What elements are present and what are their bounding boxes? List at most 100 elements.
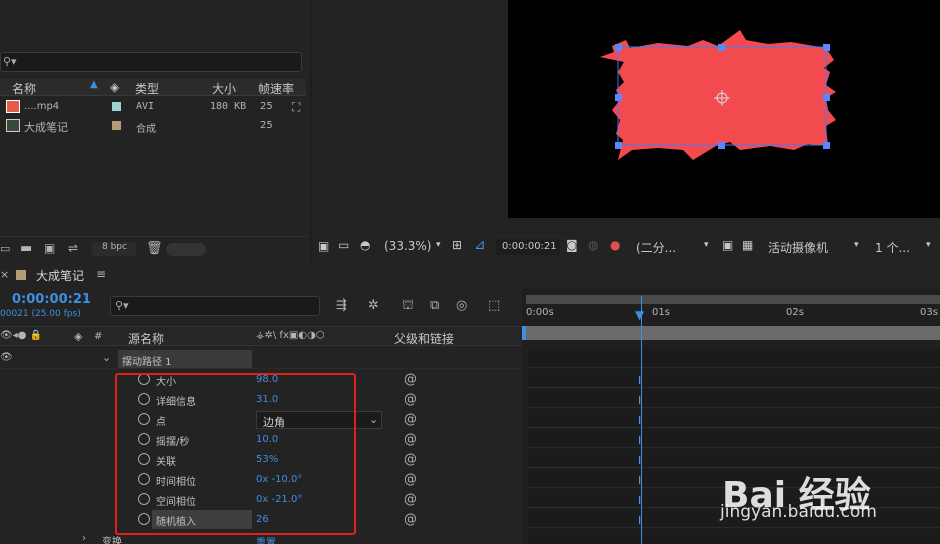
item-framerate: 25: [260, 120, 273, 131]
ruler-label: 01s: [652, 307, 670, 318]
timeline-tab-bar: × 大成笔记 ≡: [0, 262, 940, 288]
resolution-select[interactable]: (二分...: [636, 239, 676, 256]
frame-blending-icon[interactable]: ⧉: [430, 298, 439, 313]
composition-flowchart-icon[interactable]: ⇶: [336, 298, 347, 313]
zoom-select[interactable]: (33.3%): [384, 239, 431, 253]
effect-name[interactable]: 摆动路径 1: [118, 350, 252, 368]
region-of-interest-icon[interactable]: ▣: [722, 238, 733, 252]
wiggle-shape[interactable]: [508, 0, 940, 218]
flowchart-icon[interactable]: ⛶: [292, 100, 300, 115]
search-icon: ⚲▾: [3, 55, 17, 68]
search-icon: ⚲▾: [115, 299, 129, 312]
project-item[interactable]: 大成笔记 合成 25: [0, 117, 306, 135]
always-preview-icon[interactable]: ▣: [318, 239, 329, 253]
pick-whip-icon[interactable]: @: [404, 372, 417, 387]
keyframe-marker[interactable]: I: [638, 374, 644, 387]
label-tag-icon: ◈: [74, 330, 83, 343]
dropdown-icon: ▾: [704, 240, 709, 250]
frame-info: 00021 (25.00 fps): [0, 309, 81, 319]
video-file-icon: [6, 100, 20, 113]
parent-link-header[interactable]: 父级和链接: [394, 330, 454, 347]
composition-icon: [6, 119, 20, 132]
column-framerate[interactable]: 帧速率: [258, 80, 294, 97]
pick-whip-icon[interactable]: @: [404, 512, 417, 527]
tab-comp-name[interactable]: 大成笔记: [36, 267, 84, 284]
effect-group-row[interactable]: 👁 ⌄ 摆动路径 1: [0, 349, 522, 369]
shy-layers-icon[interactable]: ⛫: [402, 298, 414, 315]
close-icon[interactable]: ×: [0, 268, 9, 281]
playhead-icon[interactable]: ▼: [635, 308, 644, 322]
pick-whip-icon[interactable]: @: [404, 492, 417, 507]
project-panel: ⚲▾ 名称 ▲ ◈ 类型 大小 帧速率 ....mp4 AVI 180 KB 2…: [0, 0, 310, 262]
source-name-header[interactable]: 源名称: [128, 330, 164, 347]
timeline-search-input[interactable]: ⚲▾: [110, 296, 320, 316]
keyframe-marker[interactable]: I: [638, 514, 644, 527]
project-search-input[interactable]: ⚲▾: [0, 52, 302, 72]
chevron-down-icon: ⌄: [369, 413, 379, 426]
monitor-icon[interactable]: ▭: [338, 238, 349, 252]
show-snapshot-icon[interactable]: ◍: [588, 238, 598, 252]
keyframe-marker[interactable]: I: [638, 434, 644, 447]
label-tag-icon: ◈: [110, 80, 120, 94]
pick-whip-icon[interactable]: @: [404, 452, 417, 467]
keyframe-marker[interactable]: I: [638, 494, 644, 507]
keyframe-marker[interactable]: I: [638, 454, 644, 467]
panel-menu-icon[interactable]: ≡: [96, 267, 106, 281]
pick-whip-icon[interactable]: @: [404, 412, 417, 427]
track-row: [528, 349, 940, 368]
grid-icon[interactable]: ⊞: [452, 238, 462, 252]
new-folder-icon[interactable]: ▬: [20, 241, 32, 256]
bpc-button[interactable]: 8 bpc: [92, 242, 136, 256]
trash-icon[interactable]: 🗑: [146, 241, 163, 256]
watermark-url: jingyan.baidu.com: [720, 502, 877, 522]
current-time-display[interactable]: 0:00:00:21: [496, 239, 560, 255]
pick-whip-icon[interactable]: @: [404, 392, 417, 407]
project-scrollbar[interactable]: [166, 243, 206, 256]
composition-canvas[interactable]: [508, 0, 940, 218]
column-size[interactable]: 大小: [212, 80, 236, 97]
keyframe-marker[interactable]: I: [638, 414, 644, 427]
expand-chevron-icon[interactable]: ⌄: [102, 351, 111, 364]
keyframe-marker[interactable]: I: [638, 394, 644, 407]
item-size: 180 KB: [210, 101, 247, 112]
expand-chevron-icon[interactable]: ›: [82, 533, 86, 544]
layer-column-header: 👁◂● 🔒 ◈ # 源名称 ⚶✲\ fx▣◐◑⬡ 父级和链接: [0, 326, 522, 346]
item-type: AVI: [136, 101, 155, 112]
reset-link[interactable]: 重置: [256, 534, 276, 544]
project-item[interactable]: ....mp4 AVI 180 KB 25: [0, 98, 306, 116]
vr-goggles-icon[interactable]: ◓: [360, 238, 370, 252]
pick-whip-icon[interactable]: @: [404, 472, 417, 487]
column-name[interactable]: 名称: [12, 80, 36, 97]
interpret-footage-icon[interactable]: ▭: [0, 242, 10, 255]
keyframe-marker[interactable]: I: [638, 474, 644, 487]
track-row: [528, 409, 940, 428]
new-composition-icon[interactable]: ▣: [44, 241, 55, 255]
column-type[interactable]: 类型: [135, 80, 159, 97]
mask-visibility-icon[interactable]: ⊿: [474, 237, 486, 253]
work-area-bar[interactable]: [526, 295, 940, 304]
transparency-grid-icon[interactable]: ▦: [742, 238, 753, 252]
label-color-swatch: [112, 102, 121, 111]
snapshot-camera-icon[interactable]: ◙: [566, 238, 578, 252]
color-channels-icon[interactable]: ●: [610, 238, 620, 252]
draft-3d-icon[interactable]: ✲: [368, 298, 379, 313]
graph-editor-icon[interactable]: ⬚: [488, 298, 500, 313]
track-row: [528, 389, 940, 408]
highlight-annotation-box: [115, 373, 356, 535]
camera-select[interactable]: 活动摄像机: [768, 239, 828, 256]
track-row: [528, 369, 940, 388]
item-name: ....mp4: [24, 101, 60, 112]
item-name: 大成笔记: [24, 121, 68, 134]
adjust-icon[interactable]: ⇌: [68, 241, 78, 255]
timeline-current-time[interactable]: 0:00:00:21: [12, 292, 91, 307]
viewer-toolbar: ▣ ▭ ◓ (33.3%) ▾ ⊞ ⊿ 0:00:00:21 ◙ ◍ ● (二分…: [312, 234, 940, 258]
track-row: [528, 529, 940, 544]
layer-switches-icons: ⚶✲\ fx▣◐◑⬡: [256, 330, 325, 341]
label-color-swatch: [112, 121, 121, 130]
layer-duration-bar[interactable]: [526, 326, 940, 340]
pick-whip-icon[interactable]: @: [404, 432, 417, 447]
motion-blur-icon[interactable]: ◎: [456, 298, 467, 313]
views-select[interactable]: 1 个...: [875, 239, 910, 256]
visibility-eye-icon[interactable]: 👁: [0, 352, 13, 363]
layer-bar-start-marker[interactable]: [522, 326, 526, 340]
